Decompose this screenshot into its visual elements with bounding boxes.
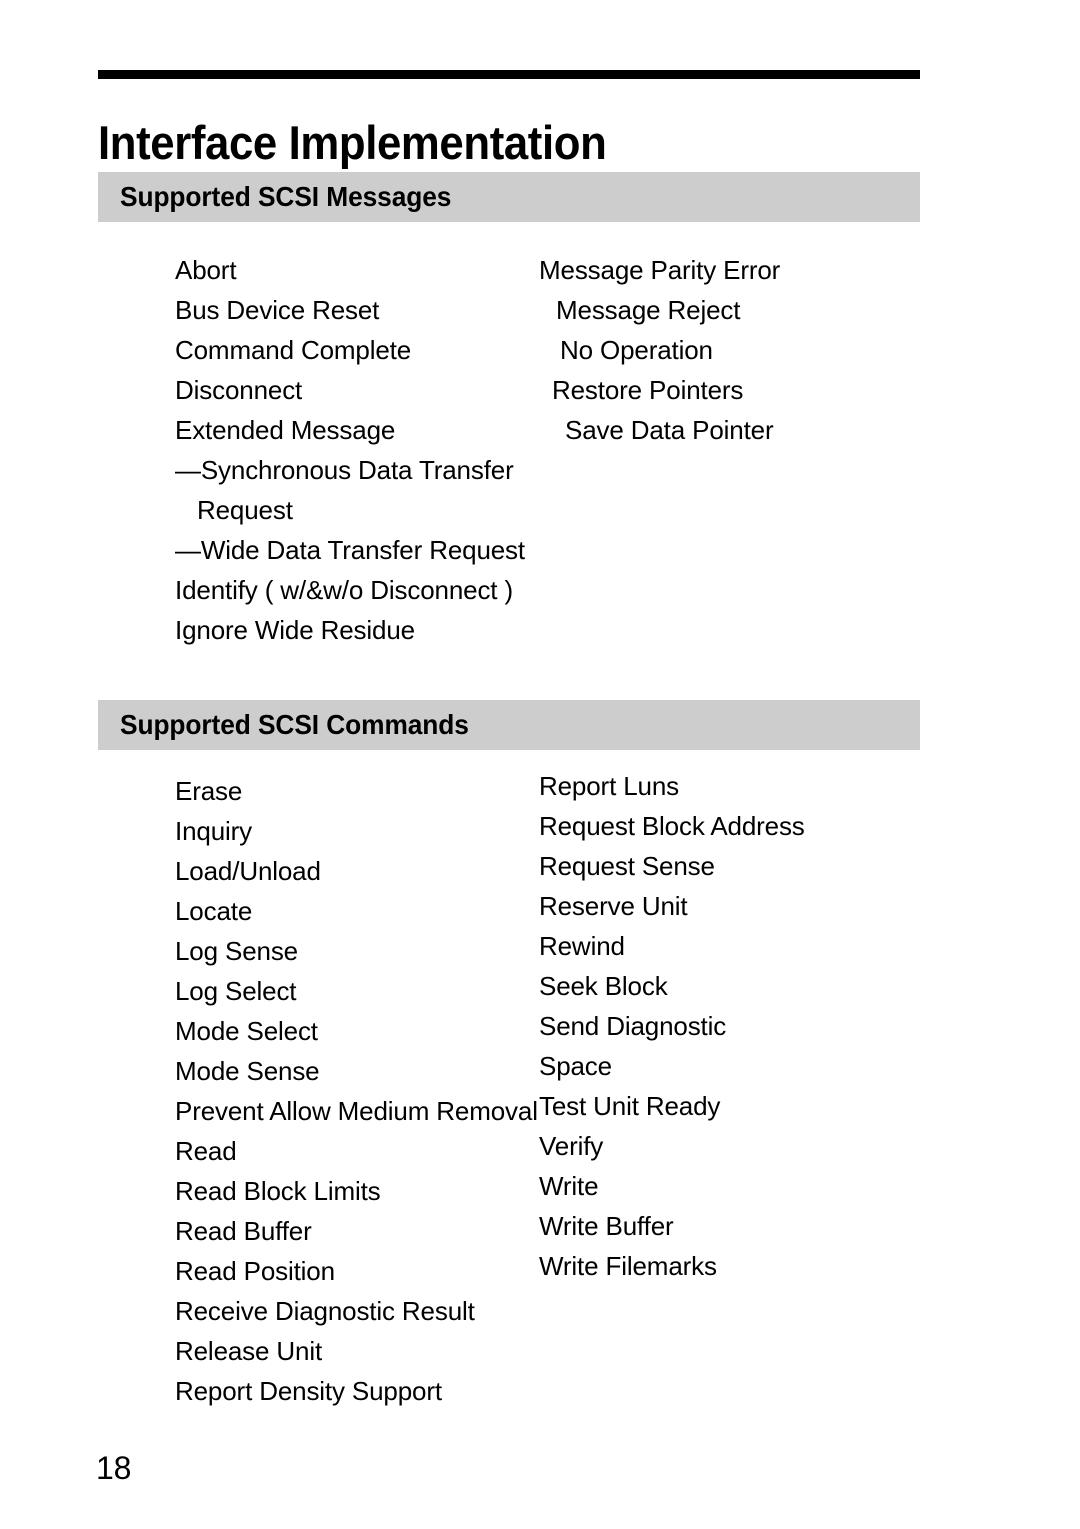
list-item: Log Sense [175,936,298,966]
list-item: Restore Pointers [552,375,744,405]
list-item: Seek Block [539,971,668,1001]
list-item: Write Buffer [539,1211,674,1241]
list-item: Extended Message [175,415,396,445]
section-heading-label: Supported SCSI Messages [120,181,452,212]
list-item: Inquiry [175,816,252,846]
list-item: Read Position [175,1256,335,1286]
list-item: Locate [175,896,253,926]
messages-column-2: Message Parity Error Message Reject No Ope… [539,250,919,450]
list-item: Ignore Wide Residue [175,615,415,645]
list-item: Identify ( w/&w/o Disconnect ) [175,575,513,605]
list-item: Read Block Limits [175,1176,381,1206]
section-header-messages: Supported SCSI Messages [98,172,920,222]
list-item: Message Parity Error [539,255,781,285]
page-title: Interface Implementation [98,116,607,170]
list-item: Mode Select [175,1016,318,1046]
document-page: Interface Implementation Supported SCSI … [0,0,1080,1529]
list-item: Verify [539,1131,604,1161]
list-item: Send Diagnostic [539,1011,727,1041]
list-item: Request [197,495,293,525]
list-item: Read Buffer [175,1216,312,1246]
commands-column-1: Erase Inquiry Load/Unload Locate Log Sense Lo… [175,771,538,1411]
list-item: —Wide Data Transfer Request [175,535,525,565]
list-item: Write Filemarks [539,1251,717,1281]
list-item: Message Reject [556,295,741,325]
list-item: No Operation [560,335,713,365]
list-item: Mode Sense [175,1056,320,1086]
list-item: Report Density Support [175,1376,442,1406]
list-item: Space [539,1051,612,1081]
list-item: Write [539,1171,599,1201]
list-item: Bus Device Reset [175,295,380,325]
list-item: Receive Diagnostic Result [175,1296,475,1326]
title-rule [98,70,920,79]
list-item: Erase [175,776,243,806]
list-item: Request Sense [539,851,715,881]
list-item: Disconnect [175,375,303,405]
list-item: —Synchronous Data Transfer [175,455,514,485]
list-item: Rewind [539,931,625,961]
list-item: Test Unit Ready [539,1091,721,1121]
list-item: Command Complete [175,335,412,365]
messages-column-1: Abort Bus Device Reset Command Complete Dis… [175,250,535,650]
list-item: Release Unit [175,1336,323,1366]
section-heading-label: Supported SCSI Commands [120,709,469,740]
list-item: Request Block Address [539,811,805,841]
list-item: Log Select [175,976,297,1006]
list-item: Abort [175,255,237,285]
section-header-commands: Supported SCSI Commands [98,700,920,750]
list-item: Load/Unload [175,856,321,886]
list-item: Save Data Pointer [565,415,774,445]
list-item: Reserve Unit [539,891,688,921]
page-number: 18 [96,1450,132,1486]
commands-column-2: Report Luns Request Block Address Request … [539,766,919,1286]
list-item: Read [175,1136,237,1166]
list-item: Report Luns [539,771,679,801]
list-item: Prevent Allow Medium Removal [175,1096,538,1126]
